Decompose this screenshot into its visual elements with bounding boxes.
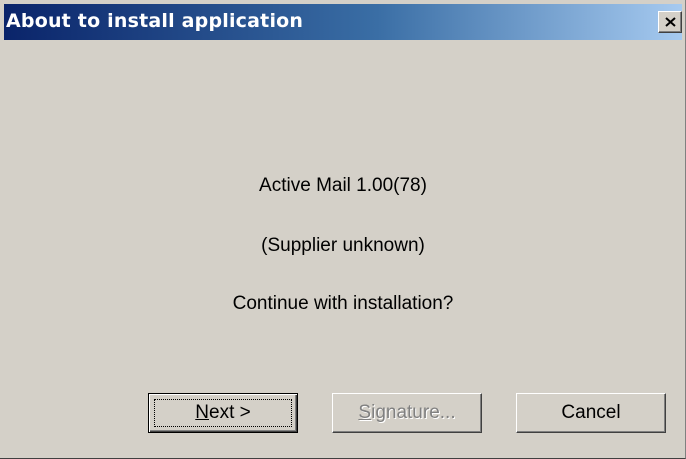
close-icon (665, 17, 676, 27)
confirmation-question: Continue with installation? (232, 293, 454, 314)
next-button-label: Next > (195, 402, 251, 423)
signature-button-label: Signature... (358, 402, 456, 423)
cancel-button[interactable]: Cancel (516, 393, 666, 433)
title-bar[interactable]: About to install application (4, 4, 682, 40)
next-button[interactable]: Next > (148, 393, 298, 433)
close-button[interactable] (658, 11, 682, 33)
dialog-body: Active Mail 1.00(78) (Supplier unknown) … (0, 40, 686, 459)
application-name: Active Mail 1.00(78) (259, 175, 427, 196)
dialog-title: About to install application (6, 10, 304, 32)
signature-button[interactable]: Signature... (332, 393, 482, 433)
supplier-text: (Supplier unknown) (261, 235, 425, 256)
install-dialog: About to install application Active Mail… (0, 0, 686, 459)
